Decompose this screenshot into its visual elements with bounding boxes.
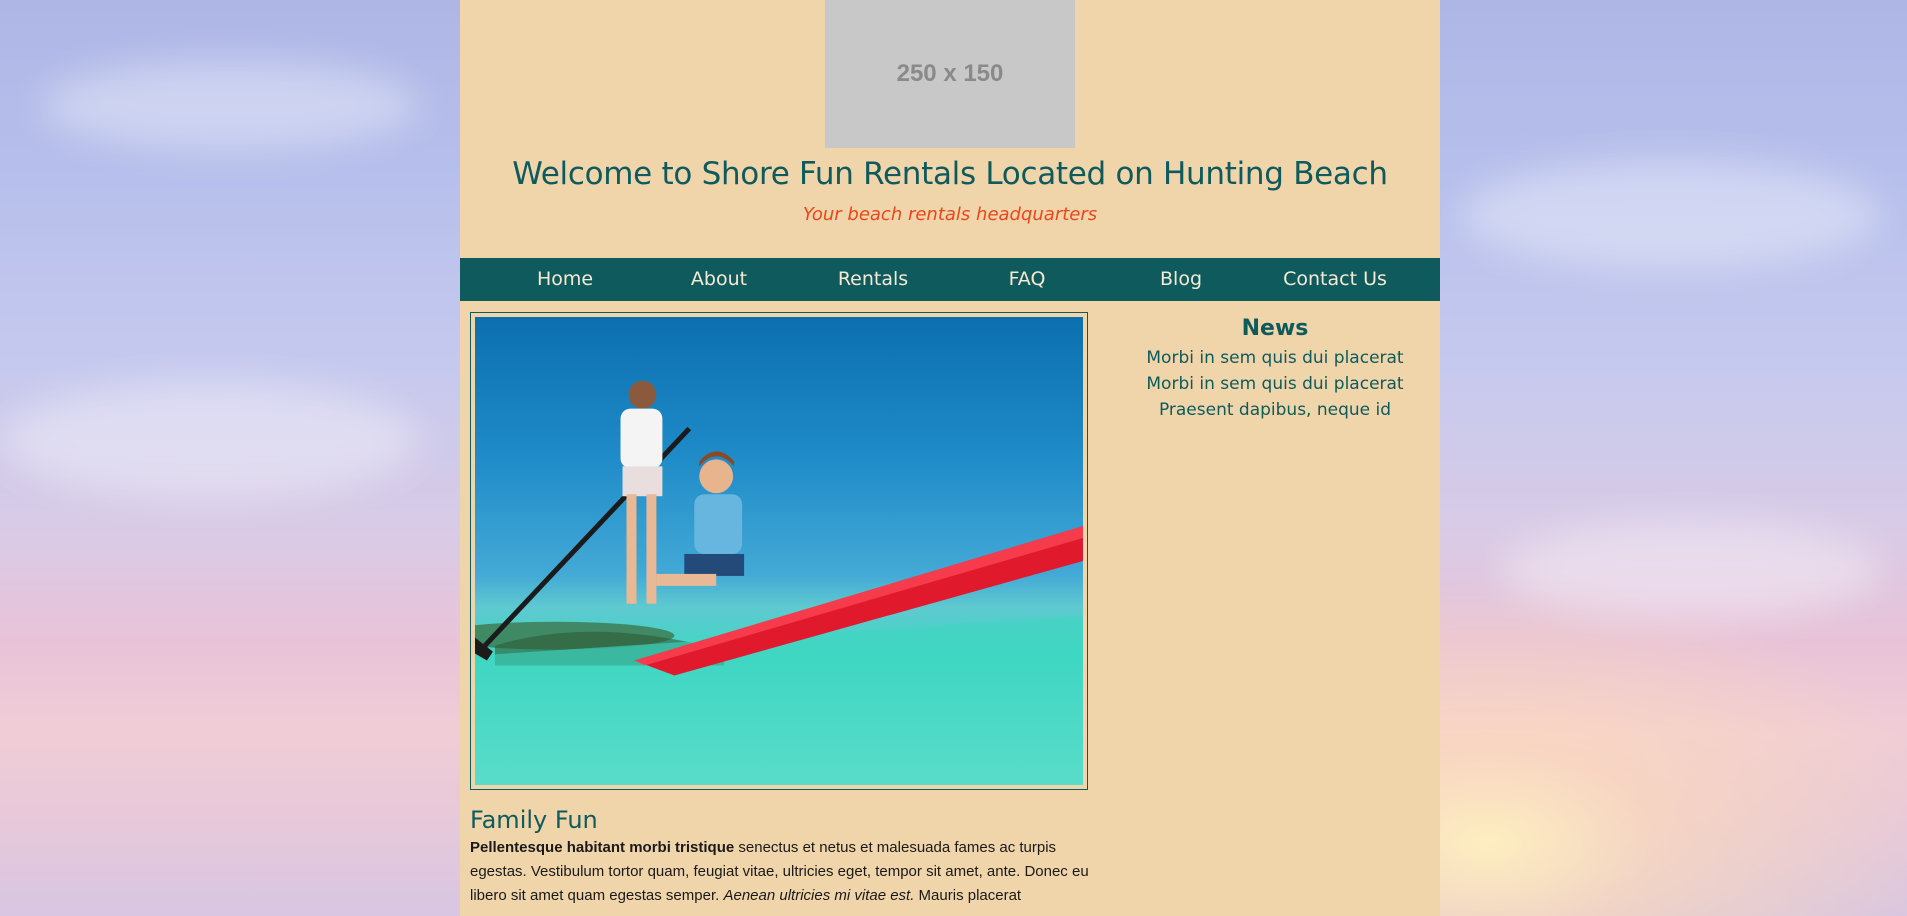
paddleboard-scene-illustration — [475, 380, 1083, 785]
paragraph-bold-text: Pellentesque habitant morbi tristique — [470, 839, 735, 856]
nav-item-about[interactable]: About — [644, 258, 794, 301]
background-cloud — [40, 60, 420, 150]
nav-item-blog[interactable]: Blog — [1106, 258, 1256, 301]
main-navigation: Home About Rentals FAQ Blog Contact Us — [460, 258, 1440, 301]
background-cloud — [1460, 160, 1880, 270]
family-fun-paragraph: Pellentesque habitant morbi tristique se… — [470, 836, 1090, 908]
nav-item-faq[interactable]: FAQ — [952, 258, 1102, 301]
news-item[interactable]: Morbi in sem quis dui placerat — [1120, 371, 1430, 397]
news-item[interactable]: Praesent dapibus, neque id — [1120, 397, 1430, 423]
site-title: Welcome to Shore Fun Rentals Located on … — [512, 156, 1388, 192]
background-cloud — [0, 380, 420, 500]
news-sidebar: News Morbi in sem quis dui placerat Morb… — [1120, 316, 1430, 423]
background-cloud — [1500, 520, 1880, 620]
site-tagline: Your beach rentals headquarters — [802, 204, 1098, 225]
nav-item-home[interactable]: Home — [490, 258, 640, 301]
paragraph-text: Mauris placerat — [914, 887, 1022, 904]
nav-item-contact-us[interactable]: Contact Us — [1260, 258, 1410, 301]
page-container: 250 x 150 Welcome to Shore Fun Rentals L… — [460, 0, 1440, 916]
news-heading: News — [1241, 316, 1309, 341]
paragraph-italic-text: Aenean ultricies mi vitae est. — [723, 887, 915, 904]
news-item[interactable]: Morbi in sem quis dui placerat — [1120, 345, 1430, 371]
logo-placeholder: 250 x 150 — [825, 0, 1075, 148]
hero-photo — [475, 317, 1083, 785]
family-fun-heading: Family Fun — [470, 806, 598, 834]
nav-item-rentals[interactable]: Rentals — [798, 258, 948, 301]
hero-image-frame — [470, 312, 1088, 790]
